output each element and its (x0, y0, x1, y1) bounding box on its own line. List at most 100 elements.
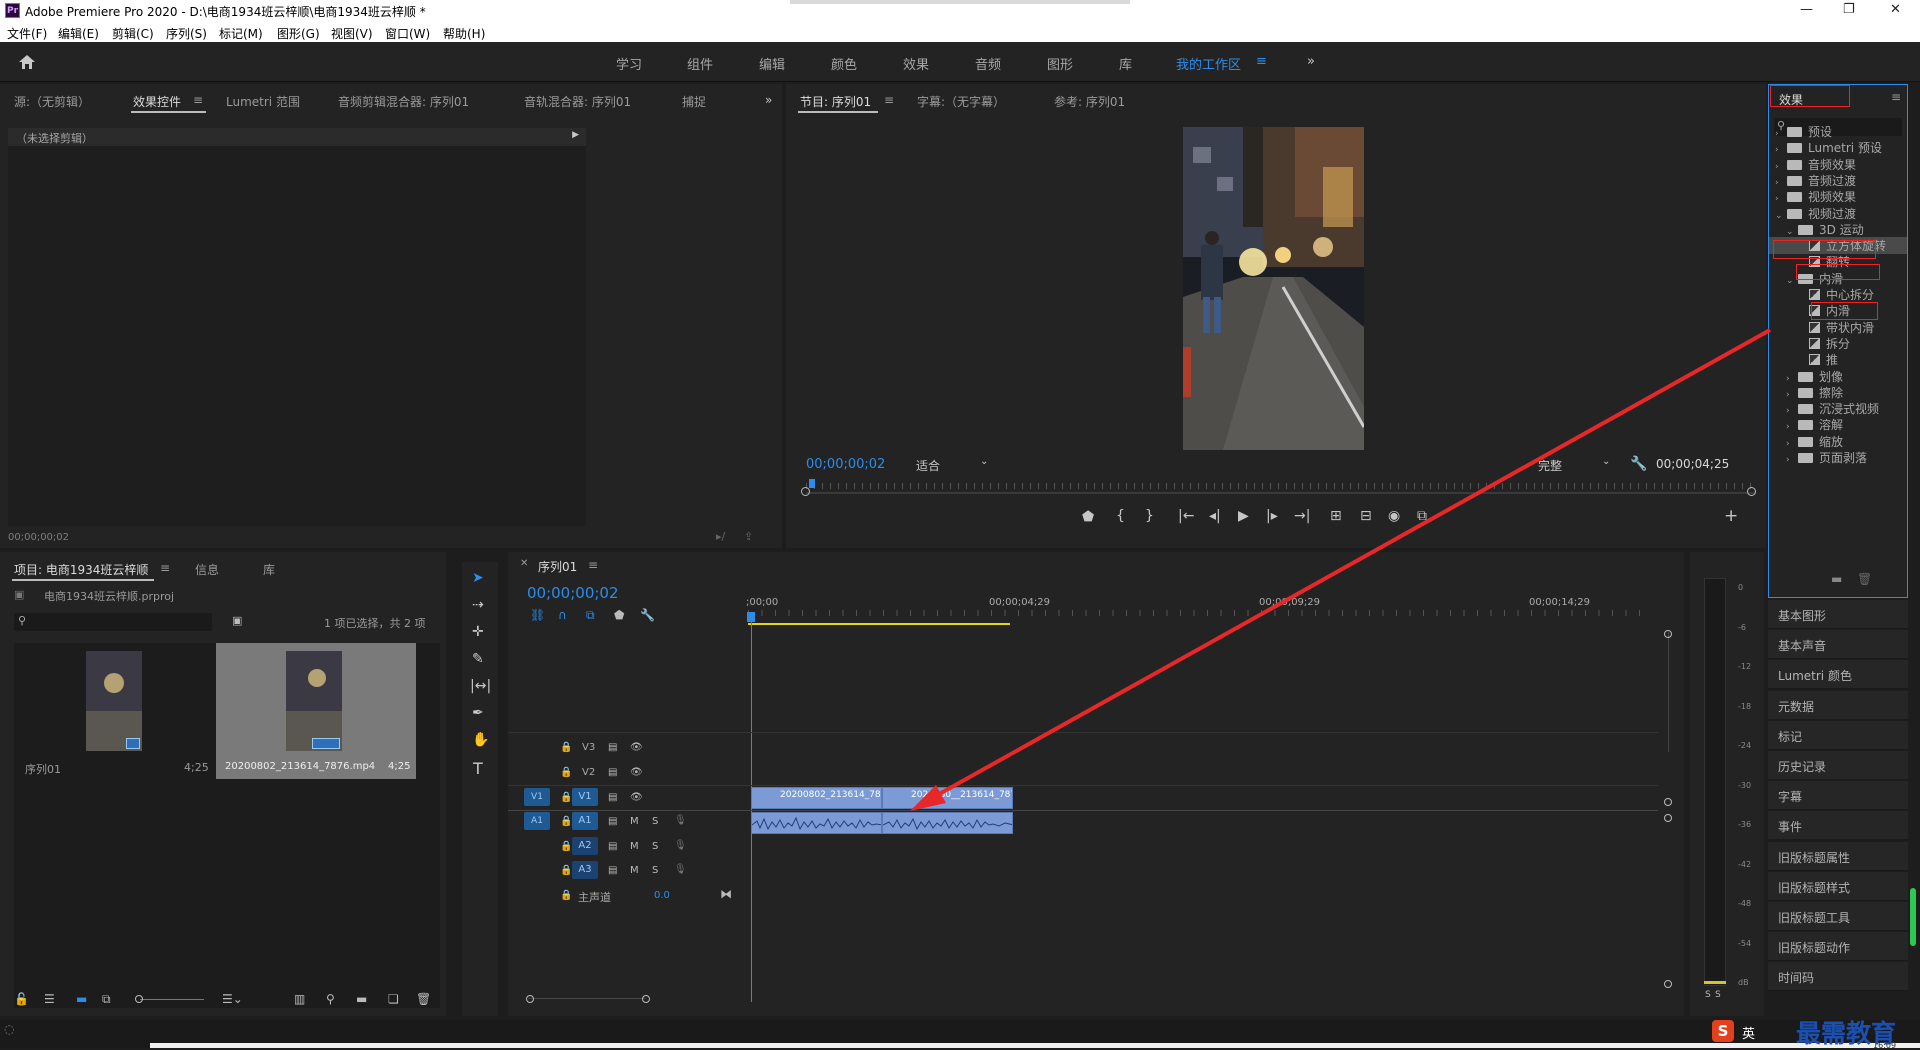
side-panel-item[interactable]: 旧版标题样式 (1768, 871, 1908, 901)
razor-tool-icon[interactable]: ✎ (472, 651, 484, 667)
hand-tool-icon[interactable]: ✋ (472, 732, 489, 748)
track-lock-icon[interactable]: 🔒 (560, 792, 572, 803)
tab-project[interactable]: 项目: 电商1934班云梓顺 (14, 561, 148, 578)
effects-folder[interactable]: › 划像 (1786, 368, 1843, 385)
export-icon[interactable]: ⇪ (744, 530, 753, 543)
expand-arrow-icon[interactable]: ▶ (572, 130, 579, 140)
audio-clip[interactable] (882, 812, 1013, 834)
program-menu-icon[interactable]: ≡ (884, 93, 894, 107)
sync-lock-icon[interactable]: ▤ (608, 767, 617, 778)
zoom-slider[interactable] (140, 999, 204, 1000)
effects-folder[interactable]: › 溶解 (1786, 416, 1843, 433)
icon-view-icon[interactable]: ▬ (76, 992, 87, 1006)
solo-button[interactable]: S (652, 865, 658, 876)
workspace-audio[interactable]: 音频 (975, 54, 1001, 73)
source-v1-patch[interactable]: V1 (524, 788, 550, 806)
selection-tool-icon[interactable]: ➤ (472, 570, 484, 586)
side-panel-item[interactable]: 基本声音 (1768, 630, 1908, 660)
side-panel-item[interactable]: 字幕 (1768, 781, 1908, 811)
side-panel-item[interactable]: 旧版标题动作 (1768, 932, 1908, 962)
mark-out-icon[interactable]: } (1145, 508, 1154, 524)
effects-folder[interactable]: ⌄ 视频过渡 (1775, 205, 1856, 222)
maximize-icon[interactable]: ❐ (1843, 2, 1855, 17)
menu-clip[interactable]: 剪辑(C) (112, 25, 154, 42)
track-lock-icon[interactable]: 🔒 (560, 890, 572, 901)
workspace-learn[interactable]: 学习 (616, 54, 642, 73)
workspace-graphics[interactable]: 图形 (1047, 54, 1073, 73)
find-icon[interactable]: ⚲ (326, 992, 335, 1006)
workspace-menu-icon[interactable]: ≡ (1256, 54, 1267, 69)
effects-folder[interactable]: › 擦除 (1786, 384, 1843, 401)
solo-button[interactable]: S (652, 816, 658, 827)
track-lock-icon[interactable]: 🔒 (560, 841, 572, 852)
track-target-v1[interactable]: V1 (572, 788, 598, 806)
menu-sequence[interactable]: 序列(S) (166, 25, 207, 42)
sync-lock-icon[interactable]: ▤ (608, 841, 617, 852)
tab-reference[interactable]: 参考: 序列01 (1054, 93, 1125, 110)
video-clip[interactable]: 2020080__213614_787 (882, 787, 1013, 809)
ime-mode[interactable]: 英 (1742, 1023, 1755, 1042)
menu-window[interactable]: 窗口(W) (385, 25, 430, 42)
effect-item[interactable]: 中心拆分 (1797, 286, 1874, 303)
tab-audio-track-mixer[interactable]: 音轨混合器: 序列01 (524, 93, 631, 110)
source-a1-patch[interactable]: A1 (524, 812, 550, 830)
play-icon[interactable]: ▶ (1238, 508, 1249, 524)
zoom-slider-thumb[interactable] (135, 995, 143, 1003)
scroll-handle-left[interactable] (526, 995, 534, 1003)
panel-overflow-icon[interactable]: » (765, 93, 772, 107)
v-scroll-handle[interactable] (1664, 798, 1672, 806)
side-panel-item[interactable]: 历史记录 (1768, 751, 1908, 780)
workspace-effects[interactable]: 效果 (903, 54, 929, 73)
pen-tool-icon[interactable]: ✒ (472, 705, 484, 721)
close-tab-icon[interactable]: ✕ (520, 558, 528, 569)
side-panel-item[interactable]: 旧版标题工具 (1768, 902, 1908, 931)
program-scrollbar[interactable] (806, 492, 1756, 494)
tab-audio-clip-mixer[interactable]: 音频剪辑混合器: 序列01 (338, 93, 469, 110)
work-area-bar[interactable] (748, 623, 1010, 625)
chevron-right-icon[interactable]: › (1786, 439, 1795, 449)
eye-icon[interactable]: 👁 (630, 767, 643, 778)
new-bin-icon[interactable]: ▬ (1831, 572, 1842, 586)
add-button-icon[interactable]: + (1724, 506, 1738, 526)
go-to-out-icon[interactable]: →| (1294, 508, 1310, 524)
automate-icon[interactable]: ▥ (294, 992, 305, 1006)
timeline-timecode[interactable]: 00;00;00;02 (527, 584, 619, 602)
scroll-handle-right[interactable] (642, 995, 650, 1003)
v-scroll-handle[interactable] (1664, 980, 1672, 988)
audio-clip[interactable] (751, 812, 882, 834)
effects-folder[interactable]: › 页面剥落 (1786, 449, 1867, 466)
type-tool-icon[interactable]: T (473, 759, 483, 778)
tab-program[interactable]: 节目: 序列01 (800, 93, 871, 110)
effects-folder[interactable]: › 预设 (1775, 123, 1832, 140)
solo-left-button[interactable]: S (1705, 990, 1711, 1000)
program-playhead-timecode[interactable]: 00;00;00;02 (806, 457, 885, 472)
chevron-right-icon[interactable]: › (1786, 406, 1795, 416)
settings-wrench-icon[interactable]: 🔧 (1630, 456, 1647, 472)
mic-icon[interactable]: 🎙 (674, 840, 687, 851)
effects-folder[interactable]: › 音频效果 (1775, 156, 1856, 173)
tab-captions[interactable]: 字幕:（无字幕） (917, 93, 1005, 110)
workspace-assembly[interactable]: 组件 (687, 54, 713, 73)
project-item-sequence[interactable]: 序列01 4;25 (14, 643, 214, 779)
resolution-chevron-icon[interactable]: ⌄ (1602, 456, 1610, 467)
track-select-tool-icon[interactable]: ⇢ (472, 597, 484, 613)
side-panel-item[interactable]: 事件 (1768, 811, 1908, 841)
mute-button[interactable]: M (630, 841, 639, 852)
timeline-settings-icon[interactable]: 🔧 (640, 608, 655, 622)
linked-selection-icon[interactable]: ⧉ (586, 608, 595, 623)
comparison-view-icon[interactable]: ⧉ (1417, 508, 1427, 524)
chevron-right-icon[interactable]: › (1775, 194, 1784, 204)
sync-lock-icon[interactable]: ▤ (608, 816, 617, 827)
workspace-libraries[interactable]: 库 (1119, 54, 1132, 73)
timeline-playhead[interactable] (747, 612, 755, 622)
track-lock-icon[interactable]: 🔒 (560, 865, 572, 876)
menu-marker[interactable]: 标记(M) (219, 25, 263, 42)
solo-button[interactable]: S (652, 841, 658, 852)
effect-item[interactable]: 带状内滑 (1797, 319, 1874, 336)
timeline-h-scrollbar[interactable] (528, 998, 646, 999)
zoom-chevron-icon[interactable]: ⌄ (980, 456, 988, 467)
project-menu-icon[interactable]: ≡ (160, 561, 170, 575)
sogou-ime-icon[interactable]: S (1712, 1020, 1734, 1042)
track-lock-icon[interactable]: 🔒 (560, 767, 572, 778)
tab-libraries[interactable]: 库 (263, 561, 275, 578)
